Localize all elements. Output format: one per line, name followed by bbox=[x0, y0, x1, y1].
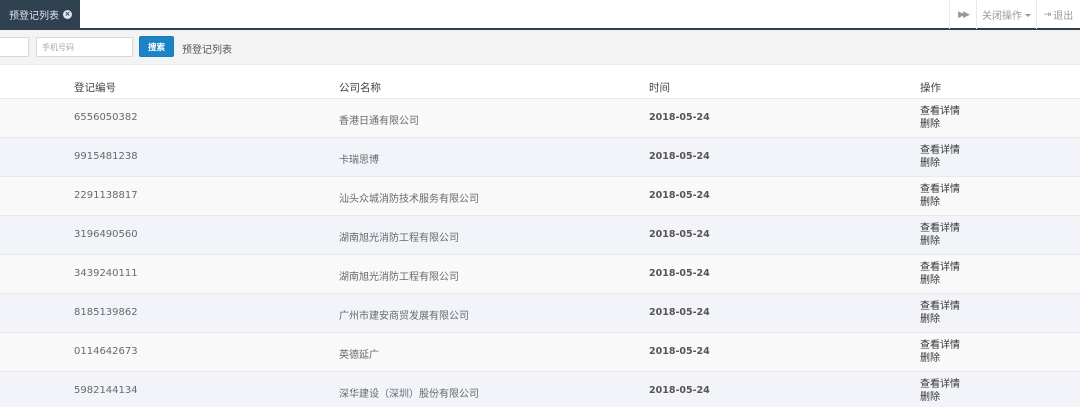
search-toolbar: 搜索 预登记列表 bbox=[0, 30, 1080, 65]
sign-out-icon: ⇥ bbox=[1043, 9, 1052, 20]
cell-ops: 查看详情 删除 bbox=[920, 105, 960, 131]
delete-link[interactable]: 删除 bbox=[920, 352, 960, 365]
search-input-partial[interactable] bbox=[0, 37, 29, 57]
table-row: 3439240111 湖南旭光消防工程有限公司 2018-05-24 查看详情 … bbox=[0, 255, 1080, 294]
view-detail-link[interactable]: 查看详情 bbox=[920, 300, 960, 313]
cell-company: 广州市建安商贸发展有限公司 bbox=[339, 311, 469, 322]
table-row: 9915481238 卡瑞思博 2018-05-24 查看详情 删除 bbox=[0, 138, 1080, 177]
cell-id: 3196490560 bbox=[74, 229, 138, 240]
phone-input[interactable] bbox=[36, 37, 133, 57]
header-ops: 操作 bbox=[920, 82, 941, 94]
cell-company: 汕头众城消防技术服务有限公司 bbox=[339, 194, 479, 205]
header-time: 时间 bbox=[649, 82, 670, 94]
table-row: 5982144134 深华建设（深圳）股份有限公司 2018-05-24 查看详… bbox=[0, 372, 1080, 407]
cell-company: 深华建设（深圳）股份有限公司 bbox=[339, 389, 479, 400]
cell-ops: 查看详情 删除 bbox=[920, 261, 960, 287]
cell-time: 2018-05-24 bbox=[649, 112, 710, 123]
cell-time: 2018-05-24 bbox=[649, 307, 710, 318]
close-operations-dropdown[interactable]: 关闭操作 bbox=[976, 0, 1036, 29]
delete-link[interactable]: 删除 bbox=[920, 157, 960, 170]
forward-tab-button[interactable]: ▶▶ bbox=[949, 0, 976, 29]
header-company: 公司名称 bbox=[339, 82, 381, 94]
cell-id: 2291138817 bbox=[74, 190, 138, 201]
cell-ops: 查看详情 删除 bbox=[920, 183, 960, 209]
cell-ops: 查看详情 删除 bbox=[920, 378, 960, 404]
tab-label: 预登记列表 bbox=[9, 11, 59, 22]
delete-link[interactable]: 删除 bbox=[920, 313, 960, 326]
view-detail-link[interactable]: 查看详情 bbox=[920, 378, 960, 391]
cell-time: 2018-05-24 bbox=[649, 190, 710, 201]
cell-ops: 查看详情 删除 bbox=[920, 144, 960, 170]
double-chevron-right-icon: ▶▶ bbox=[958, 9, 970, 20]
top-right-actions: ▶▶ 关闭操作 ⇥ 退出 bbox=[949, 0, 1080, 29]
delete-link[interactable]: 删除 bbox=[920, 274, 960, 287]
close-icon[interactable]: × bbox=[63, 10, 72, 19]
table-row: 2291138817 汕头众城消防技术服务有限公司 2018-05-24 查看详… bbox=[0, 177, 1080, 216]
search-button[interactable]: 搜索 bbox=[139, 36, 174, 57]
view-detail-link[interactable]: 查看详情 bbox=[920, 105, 960, 118]
cell-company: 湖南旭光消防工程有限公司 bbox=[339, 233, 459, 244]
logout-label: 退出 bbox=[1053, 11, 1074, 22]
cell-id: 8185139862 bbox=[74, 307, 138, 318]
view-detail-link[interactable]: 查看详情 bbox=[920, 261, 960, 274]
close-operations-label: 关闭操作 bbox=[982, 11, 1022, 22]
cell-time: 2018-05-24 bbox=[649, 151, 710, 162]
delete-link[interactable]: 删除 bbox=[920, 118, 960, 131]
cell-time: 2018-05-24 bbox=[649, 229, 710, 240]
cell-time: 2018-05-24 bbox=[649, 346, 710, 357]
cell-time: 2018-05-24 bbox=[649, 268, 710, 279]
cell-id: 0114642673 bbox=[74, 346, 138, 357]
view-detail-link[interactable]: 查看详情 bbox=[920, 144, 960, 157]
cell-company: 香港日通有限公司 bbox=[339, 116, 419, 127]
cell-time: 2018-05-24 bbox=[649, 385, 710, 396]
cell-ops: 查看详情 删除 bbox=[920, 222, 960, 248]
cell-id: 9915481238 bbox=[74, 151, 138, 162]
table-row: 0114642673 英德延广 2018-05-24 查看详情 删除 bbox=[0, 333, 1080, 372]
cell-ops: 查看详情 删除 bbox=[920, 339, 960, 365]
table-header: 登记编号 公司名称 时间 操作 bbox=[0, 66, 1080, 99]
header-id: 登记编号 bbox=[74, 82, 116, 94]
caret-down-icon bbox=[1025, 13, 1031, 17]
delete-link[interactable]: 删除 bbox=[920, 391, 960, 404]
cell-company: 湖南旭光消防工程有限公司 bbox=[339, 272, 459, 283]
list-title: 预登记列表 bbox=[182, 45, 232, 56]
cell-company: 卡瑞思博 bbox=[339, 155, 379, 166]
cell-id: 5982144134 bbox=[74, 385, 138, 396]
logout-button[interactable]: ⇥ 退出 bbox=[1036, 0, 1080, 29]
cell-id: 6556050382 bbox=[74, 112, 138, 123]
view-detail-link[interactable]: 查看详情 bbox=[920, 222, 960, 235]
top-tab-bar: 预登记列表 × ▶▶ 关闭操作 ⇥ 退出 bbox=[0, 0, 1080, 30]
table-row: 8185139862 广州市建安商贸发展有限公司 2018-05-24 查看详情… bbox=[0, 294, 1080, 333]
table-row: 6556050382 香港日通有限公司 2018-05-24 查看详情 删除 bbox=[0, 99, 1080, 138]
table-row: 3196490560 湖南旭光消防工程有限公司 2018-05-24 查看详情 … bbox=[0, 216, 1080, 255]
tab-pre-registration-list[interactable]: 预登记列表 × bbox=[0, 0, 80, 29]
view-detail-link[interactable]: 查看详情 bbox=[920, 183, 960, 196]
cell-id: 3439240111 bbox=[74, 268, 138, 279]
view-detail-link[interactable]: 查看详情 bbox=[920, 339, 960, 352]
cell-company: 英德延广 bbox=[339, 350, 379, 361]
cell-ops: 查看详情 删除 bbox=[920, 300, 960, 326]
delete-link[interactable]: 删除 bbox=[920, 235, 960, 248]
delete-link[interactable]: 删除 bbox=[920, 196, 960, 209]
registration-table: 登记编号 公司名称 时间 操作 6556050382 香港日通有限公司 2018… bbox=[0, 66, 1080, 407]
